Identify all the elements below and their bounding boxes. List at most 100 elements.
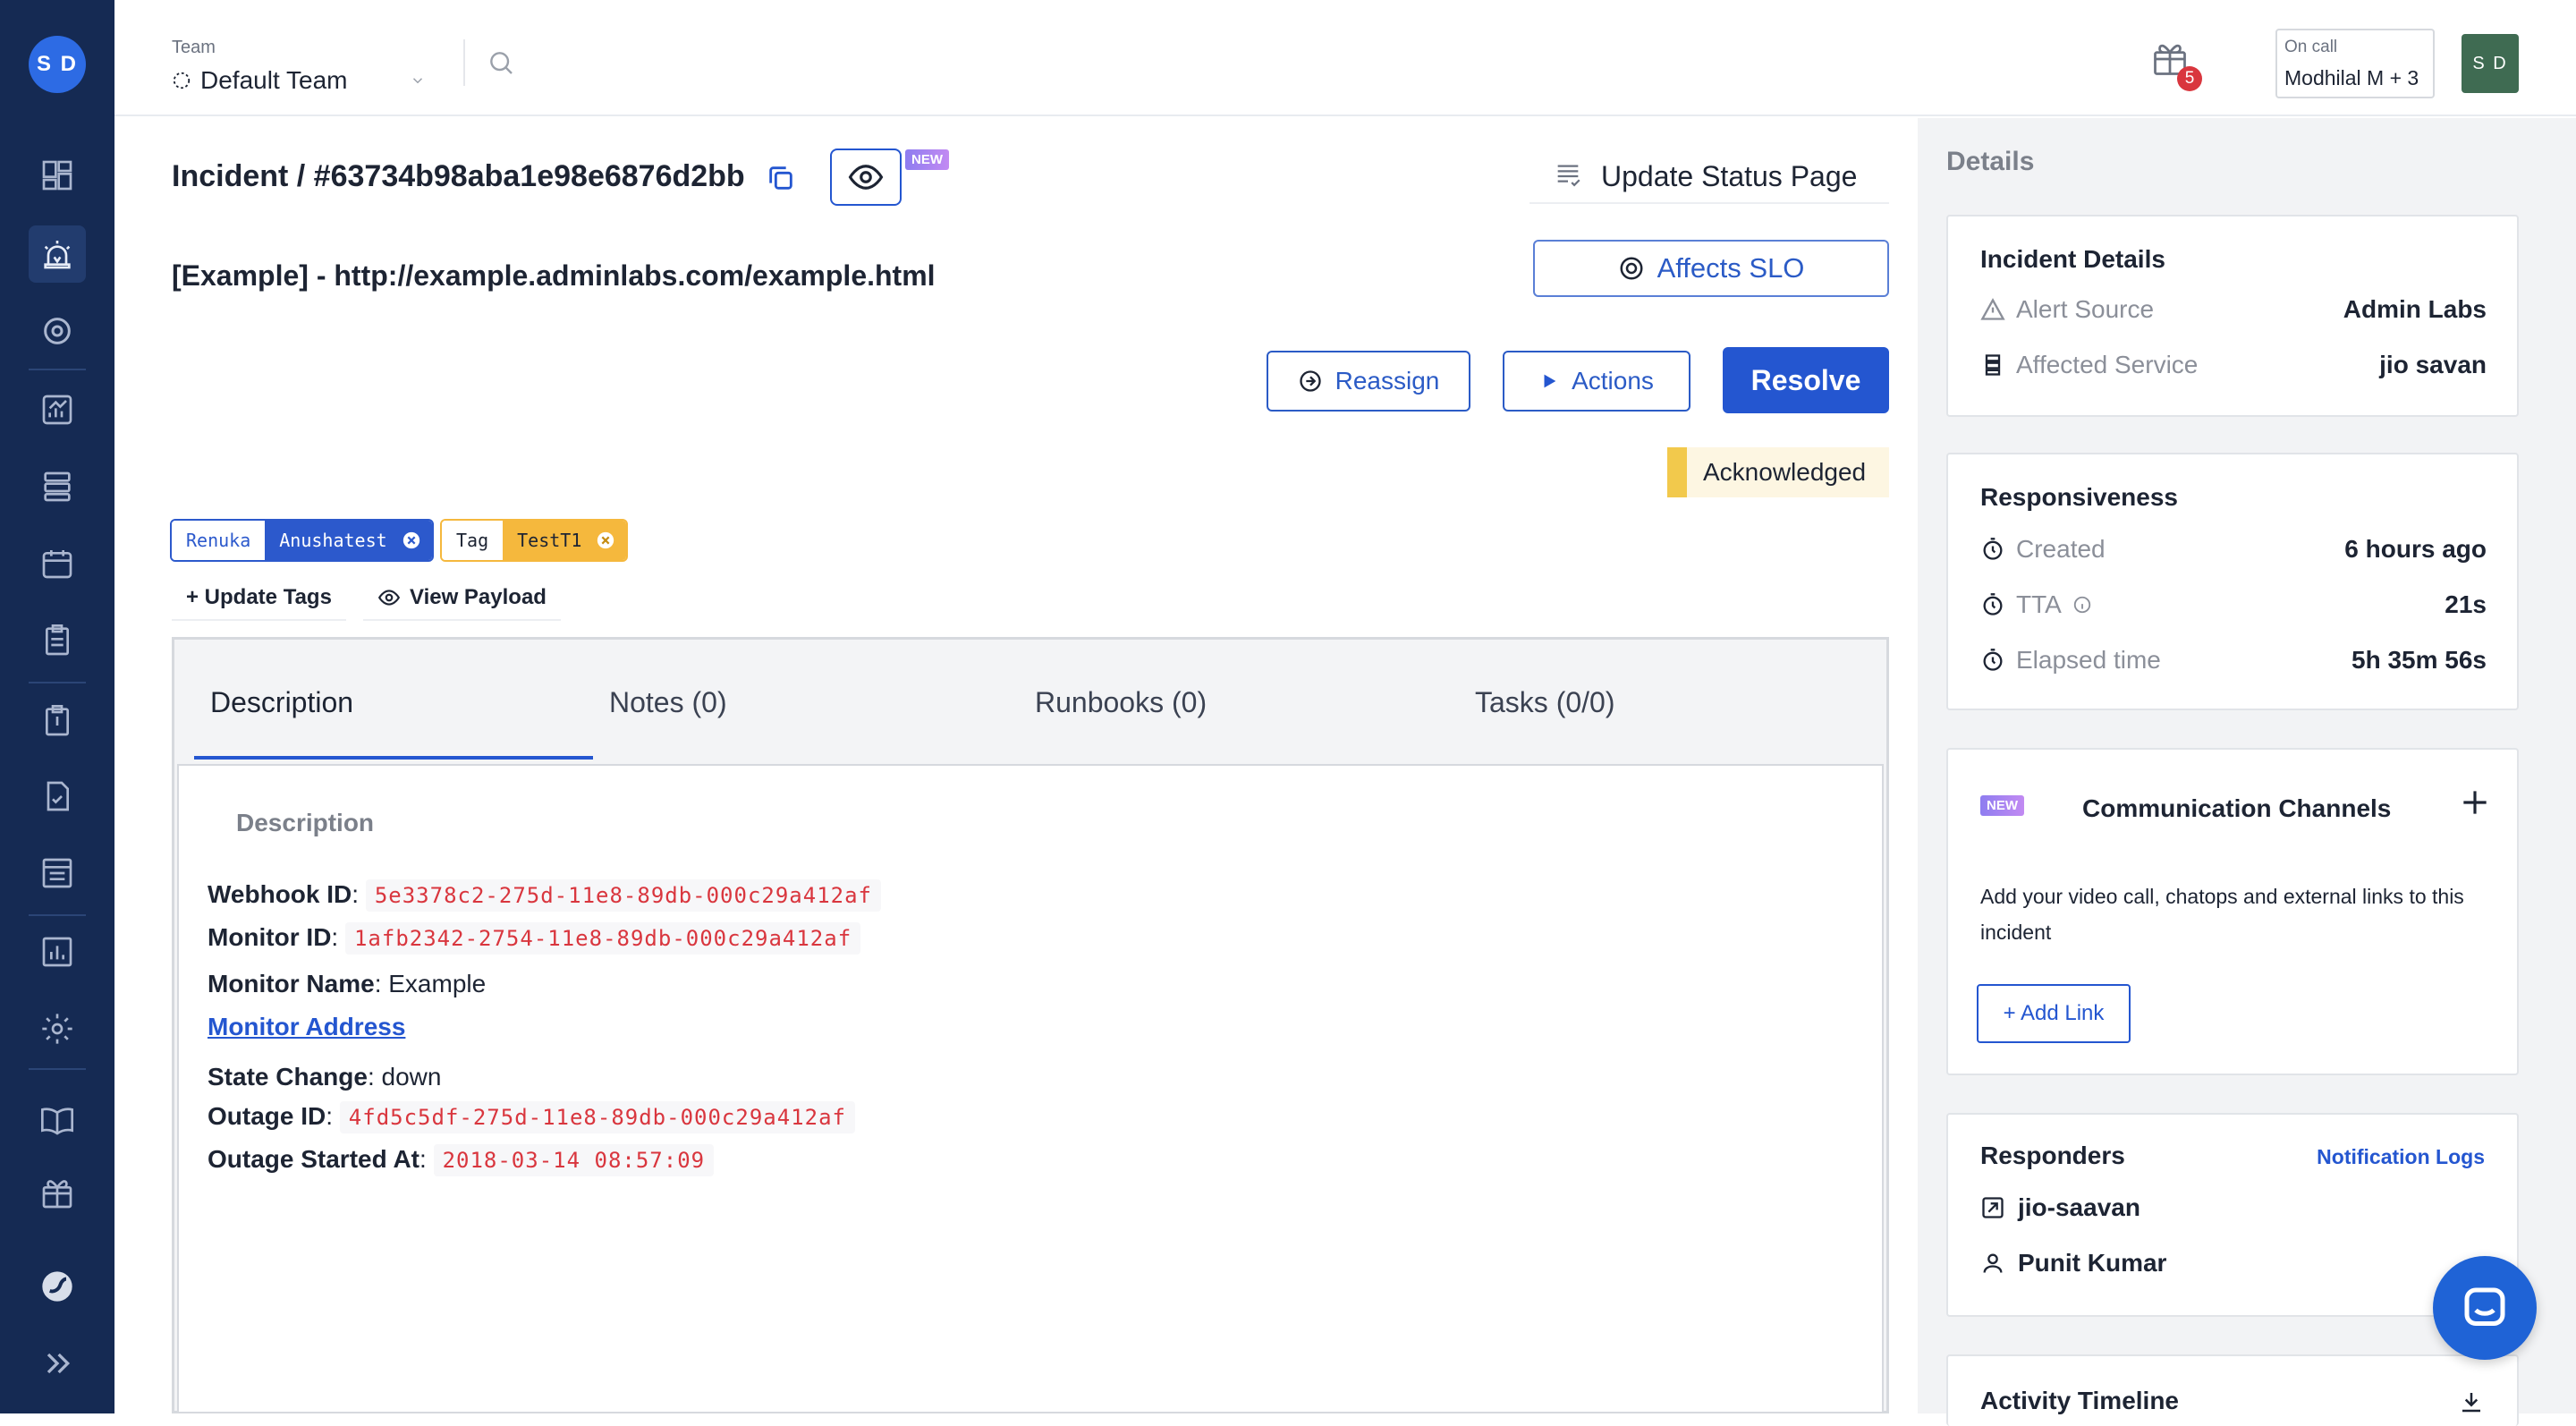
tab-runbooks[interactable]: Runbooks (0) [1035,686,1207,719]
affects-slo-label: Affects SLO [1657,252,1805,284]
notification-logs-link[interactable]: Notification Logs [2317,1145,2485,1169]
settings-icon[interactable] [36,1007,79,1050]
chat-icon [2464,1287,2505,1326]
status-label: Acknowledged [1703,458,1867,486]
affected-service-value: jio savan [2379,351,2487,378]
responsiveness-title: Responsiveness [1980,483,2178,511]
responsiveness-card: Responsiveness Created 6 hours ago TTA 2… [1946,453,2519,710]
outage-id-value: 4fd5c5df-275d-11e8-89db-000c29a412af [339,1101,855,1133]
target-icon[interactable] [36,310,79,352]
tta-label: TTA [2016,590,2062,618]
stopwatch-icon [1983,593,2003,615]
services-icon [1985,354,2001,376]
gift-box-icon[interactable] [36,1172,79,1215]
docs-book-icon[interactable] [36,1099,79,1142]
add-link-button[interactable]: + Add Link [1977,984,2131,1043]
activity-timeline-title: Activity Timeline [1980,1387,2180,1414]
team-label: Team [172,38,216,57]
reassign-button[interactable]: Reassign [1267,351,1470,412]
incident-title: [Example] - http://example.adminlabs.com… [172,259,936,292]
update-status-page-button[interactable]: Update Status Page [1530,150,1889,204]
tta-value: 21s [2445,590,2487,618]
checklist-icon[interactable] [36,619,79,662]
add-channel-plus-icon[interactable] [2458,785,2492,824]
created-label: Created [2016,535,2106,563]
remove-tag-icon[interactable] [596,531,615,550]
postmortem-icon[interactable] [36,775,79,818]
created-value: 6 hours ago [2344,535,2487,563]
copy-icon[interactable] [766,163,796,198]
status-page-icon[interactable] [36,852,79,895]
monitor-id-row: Monitor ID: 1afb2342-2754-11e8-89db-000c… [208,922,861,955]
team-spinner-icon [173,72,191,89]
eye-icon [377,590,401,606]
stopwatch-icon [1983,538,2003,560]
activity-timeline-card: Activity Timeline [1946,1354,2519,1426]
view-payload-label: View Payload [410,585,547,609]
elapsed-label: Elapsed time [2016,646,2161,674]
play-icon [1544,374,1556,388]
team-selector[interactable]: Default Team [172,66,426,95]
watch-new-badge: NEW [905,149,949,170]
sidebar: S D [0,0,114,1413]
tag-key: Tag [442,521,504,560]
gift-badge-count: 5 [2177,66,2202,91]
actions-button[interactable]: Actions [1503,351,1690,412]
outage-started-row: Outage Started At: 2018-03-14 08:57:09 [208,1144,715,1176]
expand-sidebar-icon[interactable] [36,1342,79,1385]
brand-logo-icon[interactable] [36,1265,79,1308]
update-status-page-label: Update Status Page [1601,159,1858,192]
calendar-icon[interactable] [36,542,79,585]
watch-button[interactable] [830,149,902,206]
monitor-name-value: Example [388,970,487,997]
tag-chip[interactable]: Tag TestT1 [440,519,629,562]
update-tags-button[interactable]: + Update Tags [172,576,346,621]
affects-slo-button[interactable]: Affects SLO [1533,240,1889,297]
team-name: Default Team [200,66,348,94]
reassign-label: Reassign [1335,367,1440,395]
dashboard-icon[interactable] [36,154,79,197]
webhook-id-row: Webhook ID: 5e3378c2-275d-11e8-89db-000c… [208,879,881,912]
reports-icon[interactable] [36,930,79,973]
elapsed-value: 5h 35m 56s [2351,646,2487,674]
communication-channels-card: NEW Communication Channels Add your vide… [1946,748,2519,1075]
webhook-id-value: 5e3378c2-275d-11e8-89db-000c29a412af [365,879,881,912]
user-icon [1983,1253,2003,1273]
incident-details-title: Incident Details [1980,245,2165,273]
oncall-label: On call [2284,38,2338,56]
state-change-value: down [381,1063,442,1091]
reassign-icon [1299,370,1321,392]
oncall-widget[interactable]: On call Modhilal M + 3 [2275,29,2435,98]
incident-heading: Incident / #63734b98aba1e98e6876d2bb [172,159,745,193]
status-list-icon [1557,165,1580,187]
view-payload-button[interactable]: View Payload [363,576,561,621]
state-change-row: State Change: down [208,1063,442,1091]
responder-item: Punit Kumar [1980,1249,2166,1277]
stopwatch-icon [1983,649,2003,671]
alert-source-label: Alert Source [2016,295,2155,323]
channels-description: Add your video call, chatops and externa… [1980,885,2464,944]
tag-chip[interactable]: Renuka Anushatest [170,519,434,562]
incident-details-card: Incident Details Alert Source Admin Labs… [1946,215,2519,417]
resolve-button[interactable]: Resolve [1723,347,1889,413]
remove-tag-icon[interactable] [402,531,421,550]
details-heading: Details [1946,147,2035,176]
tab-description[interactable]: Description [210,686,353,719]
download-icon[interactable] [2458,1388,2485,1420]
info-icon[interactable] [2072,595,2092,615]
runbook-icon[interactable] [36,700,79,743]
user-avatar[interactable]: S D [2462,34,2519,93]
responders-card: Responders Notification Logs jio-saavan … [1946,1113,2519,1317]
tab-tasks[interactable]: Tasks (0/0) [1475,686,1614,719]
analytics-icon[interactable] [36,388,79,431]
incident-alarm-icon[interactable] [29,225,86,283]
actions-label: Actions [1572,367,1654,395]
services-icon[interactable] [36,465,79,508]
search-icon[interactable] [487,48,515,81]
affected-service-label: Affected Service [2016,351,2199,378]
monitor-address-link[interactable]: Monitor Address [208,1013,405,1040]
tab-notes[interactable]: Notes (0) [609,686,727,719]
org-avatar[interactable]: S D [29,36,86,93]
chat-widget-button[interactable] [2433,1256,2537,1360]
service-link-icon [1982,1197,2004,1218]
